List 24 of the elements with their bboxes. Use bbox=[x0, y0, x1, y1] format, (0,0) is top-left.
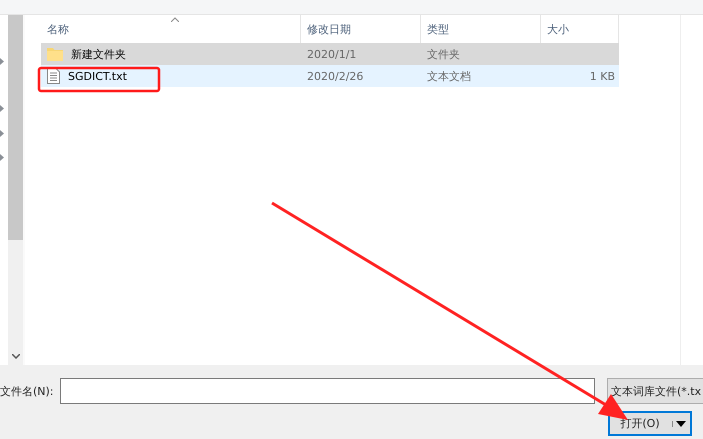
file-name: SGDICT.txt bbox=[68, 70, 127, 82]
expand-arrow-icon[interactable] bbox=[0, 154, 4, 161]
file-type-dropdown[interactable]: 文本词库文件(*.tx bbox=[607, 378, 703, 404]
type-cell-text: 文件夹 bbox=[426, 46, 461, 62]
scrollbar[interactable] bbox=[8, 15, 25, 365]
scroll-down-icon[interactable] bbox=[12, 354, 20, 359]
scrollbar-thumb[interactable] bbox=[8, 15, 23, 240]
expand-arrow-icon[interactable] bbox=[0, 105, 4, 112]
expand-arrow-icon[interactable] bbox=[0, 58, 4, 65]
filename-field[interactable] bbox=[60, 378, 595, 404]
size-cell-text: 1 KB bbox=[588, 70, 616, 82]
date-cell-text: 2020/1/1 bbox=[306, 48, 358, 60]
text-file-icon bbox=[47, 68, 60, 84]
expand-arrow-icon[interactable] bbox=[0, 130, 4, 137]
dropdown-icon[interactable] bbox=[672, 420, 686, 426]
file-row[interactable]: 新建文件夹 2020/1/1 文件夹 bbox=[41, 43, 619, 65]
file-row[interactable]: SGDICT.txt 2020/2/26 文本文档 1 KB bbox=[41, 65, 619, 87]
folder-icon bbox=[47, 47, 63, 61]
filename-label: 文件名(N): bbox=[0, 384, 55, 398]
type-cell-text: 文本文档 bbox=[426, 68, 472, 84]
file-name: 新建文件夹 bbox=[71, 46, 126, 62]
date-cell-text: 2020/2/26 bbox=[306, 70, 364, 82]
open-button[interactable]: 打开(O) bbox=[608, 411, 692, 436]
sort-caret-icon bbox=[170, 17, 178, 22]
